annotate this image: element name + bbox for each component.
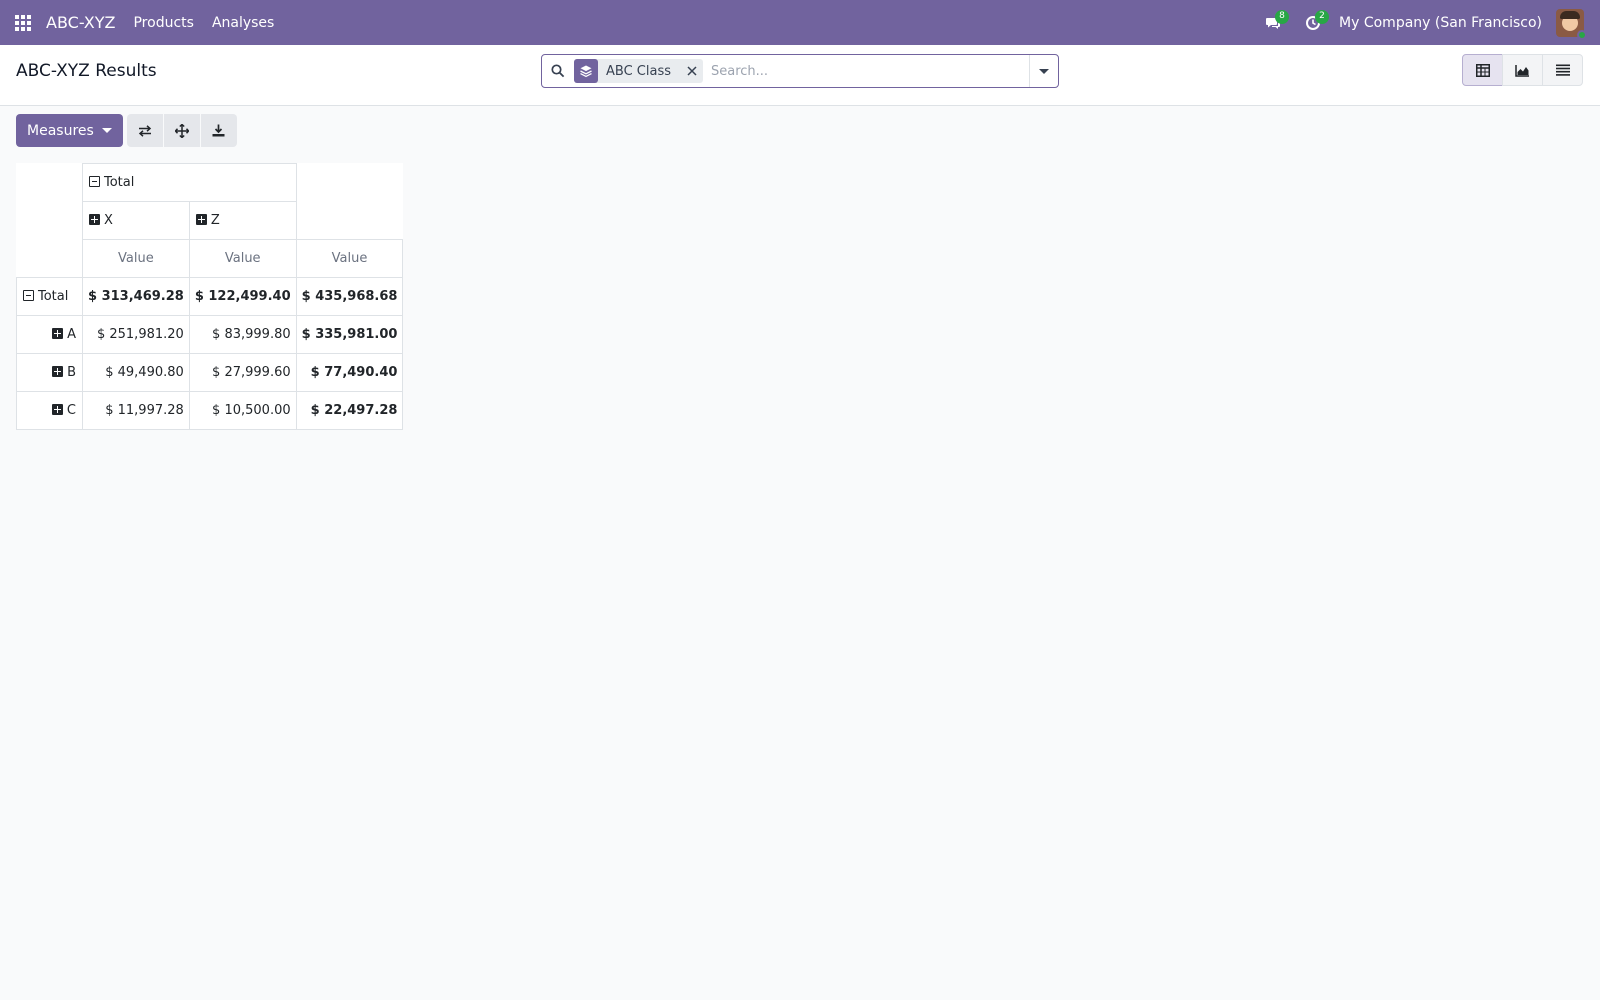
graph-view-button[interactable]	[1502, 54, 1543, 86]
menu-products[interactable]: Products	[133, 15, 193, 31]
pivot-cell[interactable]: $ 435,968.68	[295, 277, 404, 316]
online-status-dot	[1577, 29, 1587, 40]
company-switcher[interactable]: My Company (San Francisco)	[1339, 15, 1542, 31]
pivot-cell[interactable]: $ 22,497.28	[295, 391, 404, 430]
expand-icon	[52, 366, 64, 377]
app-brand[interactable]: ABC-XYZ	[46, 13, 115, 32]
table-row: Total $ 313,469.28 $ 122,499.40 $ 435,96…	[16, 277, 404, 316]
measures-label: Measures	[27, 122, 94, 139]
caret-down-icon	[1039, 68, 1049, 74]
collapse-icon	[89, 176, 100, 187]
corner-cell	[17, 164, 83, 202]
search-bar: ABC Class	[541, 54, 1059, 88]
table-icon	[1475, 63, 1490, 77]
caret-down-icon	[101, 128, 112, 133]
apps-menu-button[interactable]	[0, 0, 46, 45]
measure-header[interactable]: Value	[295, 239, 404, 278]
activities-button[interactable]: 2	[1293, 0, 1333, 45]
measure-header[interactable]: Value	[188, 239, 297, 278]
search-input[interactable]	[711, 56, 1029, 86]
avatar-hair	[1560, 10, 1580, 19]
download-button[interactable]	[200, 114, 237, 147]
user-avatar[interactable]	[1556, 8, 1587, 40]
activities-badge: 2	[1315, 10, 1330, 24]
expand-icon	[51, 404, 63, 415]
pivot-cell[interactable]: $ 122,499.40	[188, 277, 297, 316]
row-header-c[interactable]: C	[16, 391, 83, 430]
list-view-button[interactable]	[1542, 54, 1583, 86]
table-row: C $ 11,997.28 $ 10,500.00 $ 22,497.28	[16, 391, 404, 430]
expand-all-button[interactable]	[163, 114, 200, 147]
table-row: B $ 49,490.80 $ 27,999.60 $ 77,490.40	[16, 353, 404, 392]
corner-cell	[17, 202, 83, 240]
layers-icon	[574, 59, 598, 83]
pivot-cell[interactable]: $ 10,500.00	[188, 391, 297, 430]
pivot-table: Total X Z Value Value Value Total $ 313,…	[16, 163, 404, 430]
measures-dropdown-button[interactable]: Measures	[16, 114, 123, 147]
page-title: ABC-XYZ Results	[16, 61, 157, 81]
search-icon[interactable]	[542, 55, 574, 87]
expand-icon	[52, 328, 64, 339]
control-panel: ABC-XYZ Results ABC Class	[0, 45, 1600, 106]
spacer-cell	[296, 202, 403, 240]
arrows-icon	[174, 123, 189, 138]
pivot-cell[interactable]: $ 77,490.40	[295, 353, 404, 392]
navbar-systray: 8 2 My Company (San Francisco)	[1253, 0, 1600, 45]
exchange-icon	[138, 124, 151, 137]
download-icon	[212, 124, 225, 137]
col-header-x[interactable]: X	[82, 201, 190, 240]
search-options-toggle[interactable]	[1029, 55, 1058, 87]
collapse-icon	[23, 290, 34, 301]
expand-icon	[89, 214, 100, 225]
facet-remove-button[interactable]	[681, 59, 703, 83]
pivot-view-button[interactable]	[1462, 54, 1503, 86]
expand-icon	[195, 214, 207, 225]
area-chart-icon	[1515, 64, 1529, 77]
pivot-cell[interactable]: $ 27,999.60	[188, 353, 297, 392]
list-icon	[1555, 64, 1570, 76]
measure-header[interactable]: Value	[82, 239, 190, 278]
filter-facet: ABC Class	[574, 59, 703, 83]
pivot-cell[interactable]: $ 335,981.00	[295, 315, 404, 354]
menu-analyses[interactable]: Analyses	[212, 15, 274, 31]
table-row: A $ 251,981.20 $ 83,999.80 $ 335,981.00	[16, 315, 404, 354]
flip-axis-button[interactable]	[126, 114, 163, 147]
pivot-cell[interactable]: $ 83,999.80	[188, 315, 297, 354]
row-header-b[interactable]: B	[16, 353, 83, 392]
pivot-toolbar: Measures	[16, 114, 238, 147]
col-header-z[interactable]: Z	[188, 201, 297, 240]
spacer-cell	[296, 164, 403, 202]
pivot-cell[interactable]: $ 251,981.20	[82, 315, 190, 354]
close-icon	[687, 66, 697, 76]
facet-label: ABC Class	[606, 63, 671, 79]
apps-grid-icon	[15, 14, 31, 31]
messages-button[interactable]: 8	[1253, 0, 1293, 45]
messages-badge: 8	[1275, 10, 1290, 24]
corner-cell	[17, 240, 83, 278]
col-header-total[interactable]: Total	[82, 163, 297, 202]
row-header-a[interactable]: A	[16, 315, 83, 354]
pivot-cell[interactable]: $ 49,490.80	[82, 353, 190, 392]
view-switcher	[1462, 54, 1583, 86]
top-navbar: ABC-XYZ Products Analyses 8 2 My Company…	[0, 0, 1600, 45]
row-header-total[interactable]: Total	[16, 277, 83, 316]
pivot-cell[interactable]: $ 313,469.28	[82, 277, 190, 316]
pivot-cell[interactable]: $ 11,997.28	[82, 391, 190, 430]
